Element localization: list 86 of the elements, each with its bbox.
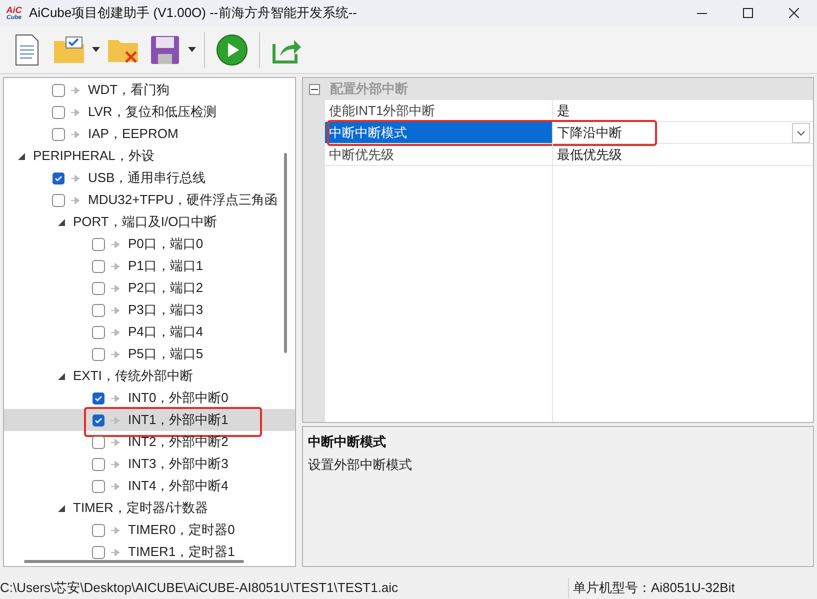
checkbox[interactable] — [92, 260, 105, 272]
collapse-toggle[interactable] — [309, 84, 320, 94]
arrow-icon — [111, 262, 120, 270]
arrow-icon — [71, 174, 80, 182]
expanded-triangle-icon[interactable] — [58, 372, 65, 380]
vertical-scrollbar[interactable] — [284, 153, 287, 353]
checkbox[interactable] — [52, 172, 65, 184]
checkbox[interactable] — [92, 546, 105, 558]
tree-item-label[interactable]: USB，通用串行总线 — [88, 168, 206, 188]
file-path: C:\Users\芯安\Desktop\AICUBE\AiCUBE-AI8051U\TEST1\TEST1.aic — [0, 579, 400, 598]
close-icon — [789, 8, 799, 18]
description-text: 设置外部中断模式 — [308, 456, 413, 474]
arrow-icon — [111, 482, 120, 490]
tree-item-label[interactable]: INT2，外部中断2 — [128, 432, 228, 452]
arrow-icon — [111, 306, 120, 314]
checkbox[interactable] — [52, 194, 65, 206]
tree-item-label[interactable]: TIMER0，定时器0 — [128, 520, 235, 540]
tree-item-label[interactable]: TIMER1，定时器1 — [128, 542, 235, 562]
checkbox[interactable] — [52, 128, 65, 140]
tree-item-label[interactable]: P2口，端口2 — [128, 278, 204, 298]
checkbox[interactable] — [92, 326, 105, 338]
expanded-triangle-icon[interactable] — [18, 152, 25, 160]
horizontal-scrollbar[interactable] — [24, 560, 244, 563]
arrow-icon — [111, 416, 120, 424]
arrow-icon — [111, 240, 120, 248]
tree-item-label[interactable]: P4口，端口4 — [128, 322, 204, 342]
folder-check-icon — [53, 36, 85, 64]
description-title: 中断中断模式 — [308, 433, 387, 451]
property-value[interactable]: 下降沿中断 — [553, 122, 813, 143]
arrow-icon — [111, 284, 120, 292]
arrow-icon — [71, 108, 80, 116]
tree-item-label[interactable]: INT3，外部中断3 — [128, 454, 228, 474]
property-name[interactable]: 中断优先级 — [325, 144, 553, 165]
tree-item-label[interactable]: P5口，端口5 — [128, 344, 204, 364]
dropdown-button[interactable] — [792, 123, 810, 143]
arrow-icon — [111, 350, 120, 358]
tree-group-label[interactable]: PERIPHERAL，外设 — [33, 146, 154, 166]
chip-model: 单片机型号：Ai8051U-32Bit — [568, 578, 735, 598]
tree-item-label[interactable]: LVR，复位和低压检测 — [88, 102, 216, 122]
tree-group-label[interactable]: PORT，端口及I/O口中断 — [73, 212, 218, 232]
window-title: AiCube项目创建助手 (V1.00O) --前海方舟智能开发系统-- — [29, 4, 357, 22]
arrow-icon — [111, 526, 120, 534]
checkbox[interactable] — [92, 392, 105, 404]
checkbox[interactable] — [92, 348, 105, 360]
minimize-icon — [697, 12, 707, 14]
tree-item-label[interactable]: INT4，外部中断4 — [128, 476, 228, 496]
tree-item-label[interactable]: IAP，EEPROM — [88, 124, 178, 144]
arrow-icon — [111, 460, 120, 468]
maximize-icon — [743, 8, 753, 18]
document-icon — [14, 34, 40, 66]
caret-icon[interactable] — [188, 47, 196, 52]
tree-group-label[interactable]: TIMER，定时器/计数器 — [73, 498, 208, 518]
arrow-icon — [111, 438, 120, 446]
checkbox[interactable] — [92, 480, 105, 492]
property-name[interactable]: 中断中断模式 — [325, 122, 553, 143]
property-value[interactable]: 是 — [553, 100, 813, 121]
checkbox[interactable] — [92, 458, 105, 470]
checkbox[interactable] — [92, 238, 105, 250]
category-label: 配置外部中断 — [330, 80, 408, 98]
property-name[interactable]: 使能INT1外部中断 — [325, 100, 553, 121]
tree-item-label[interactable]: P1口，端口1 — [128, 256, 204, 276]
arrow-icon — [111, 328, 120, 336]
checkbox[interactable] — [92, 414, 105, 426]
expanded-triangle-icon[interactable] — [58, 504, 65, 512]
checkbox[interactable] — [52, 106, 65, 118]
caret-icon[interactable] — [92, 47, 100, 52]
arrow-icon — [111, 394, 120, 402]
checkbox[interactable] — [92, 436, 105, 448]
tree-item-label[interactable]: WDT，看门狗 — [88, 80, 170, 100]
expanded-triangle-icon[interactable] — [58, 218, 65, 226]
checkbox[interactable] — [52, 84, 65, 96]
checkbox[interactable] — [92, 524, 105, 536]
tree-item-label[interactable]: P3口，端口3 — [128, 300, 204, 320]
tree-item-label[interactable]: INT0，外部中断0 — [128, 388, 228, 408]
checkbox[interactable] — [92, 282, 105, 294]
arrow-icon — [71, 130, 80, 138]
tree-group-label[interactable]: EXTI，传统外部中断 — [73, 366, 193, 386]
property-value[interactable]: 最低优先级 — [553, 144, 813, 165]
checkbox[interactable] — [92, 304, 105, 316]
tree-item-label[interactable]: P0口，端口0 — [128, 234, 204, 254]
tree-item-label[interactable]: MDU32+TFPU，硬件浮点三角函 — [88, 190, 278, 210]
chevron-down-icon — [797, 130, 805, 136]
arrow-icon — [71, 86, 80, 94]
arrow-icon — [71, 196, 80, 204]
play-icon — [216, 34, 248, 66]
arrow-icon — [111, 548, 120, 556]
